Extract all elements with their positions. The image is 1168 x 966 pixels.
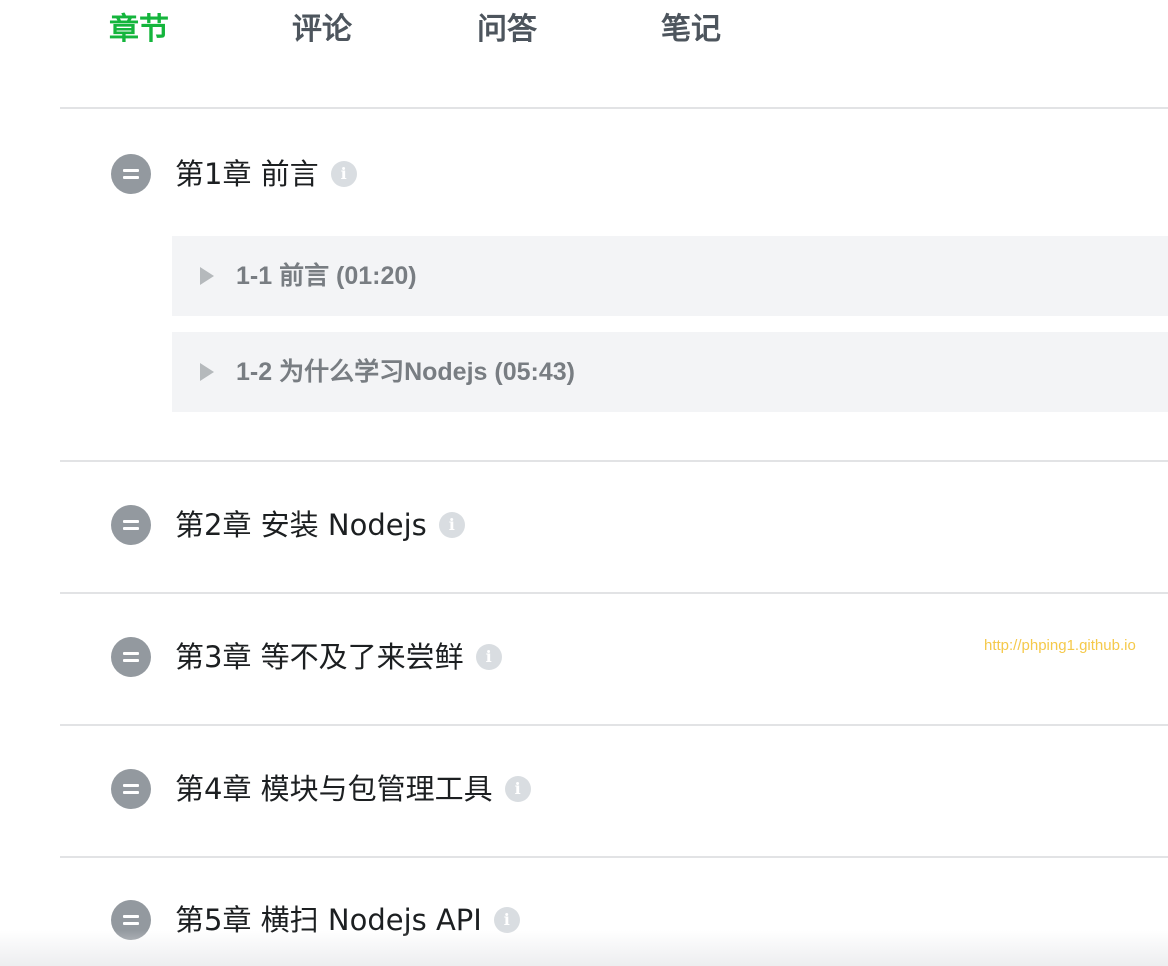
- chapter-divider: [60, 856, 1168, 858]
- section-item-1-2[interactable]: 1-2 为什么学习Nodejs (05:43): [172, 332, 1168, 412]
- tab-comments[interactable]: 评论: [292, 10, 352, 50]
- chapter-4-header[interactable]: 第4章 模块与包管理工具 i: [111, 767, 531, 811]
- chapter-divider: [60, 592, 1168, 594]
- chapter-1-header[interactable]: 第1章 前言 i: [111, 152, 357, 196]
- course-tabs: 章节 评论 问答 笔记: [0, 0, 1168, 62]
- tab-qa[interactable]: 问答: [477, 10, 537, 50]
- collapse-icon[interactable]: [111, 505, 151, 545]
- info-icon[interactable]: i: [475, 644, 502, 670]
- collapse-icon[interactable]: [111, 769, 151, 809]
- tabs-divider: [60, 107, 1168, 109]
- chapter-3-header[interactable]: 第3章 等不及了来尝鲜 i: [111, 635, 502, 679]
- info-icon[interactable]: i: [438, 512, 465, 538]
- chapter-title: 第5章 横扫 Nodejs API: [175, 903, 482, 937]
- section-item-1-1[interactable]: 1-1 前言 (01:20): [172, 236, 1168, 316]
- watermark: http://phping1.github.io: [984, 637, 1136, 654]
- collapse-icon[interactable]: [111, 637, 151, 677]
- tab-chapters[interactable]: 章节: [109, 10, 169, 50]
- chapter-2-header[interactable]: 第2章 安装 Nodejs i: [111, 503, 465, 547]
- play-icon: [200, 363, 214, 381]
- chapter-title: 第3章 等不及了来尝鲜: [175, 640, 464, 674]
- chapter-divider: [60, 724, 1168, 726]
- info-icon[interactable]: i: [493, 907, 520, 933]
- chapter-title: 第2章 安装 Nodejs: [175, 508, 427, 542]
- chapter-5-header[interactable]: 第5章 横扫 Nodejs API i: [111, 898, 520, 942]
- play-icon: [200, 267, 214, 285]
- collapse-icon[interactable]: [111, 900, 151, 940]
- section-title: 1-2 为什么学习Nodejs (05:43): [236, 358, 575, 386]
- chapter-divider: [60, 460, 1168, 462]
- tab-notes[interactable]: 笔记: [661, 10, 721, 50]
- chapter-title: 第4章 模块与包管理工具: [175, 772, 493, 806]
- info-icon[interactable]: i: [504, 776, 531, 802]
- info-icon[interactable]: i: [330, 161, 357, 187]
- section-title: 1-1 前言 (01:20): [236, 262, 417, 290]
- chapter-title: 第1章 前言: [175, 157, 319, 191]
- collapse-icon[interactable]: [111, 154, 151, 194]
